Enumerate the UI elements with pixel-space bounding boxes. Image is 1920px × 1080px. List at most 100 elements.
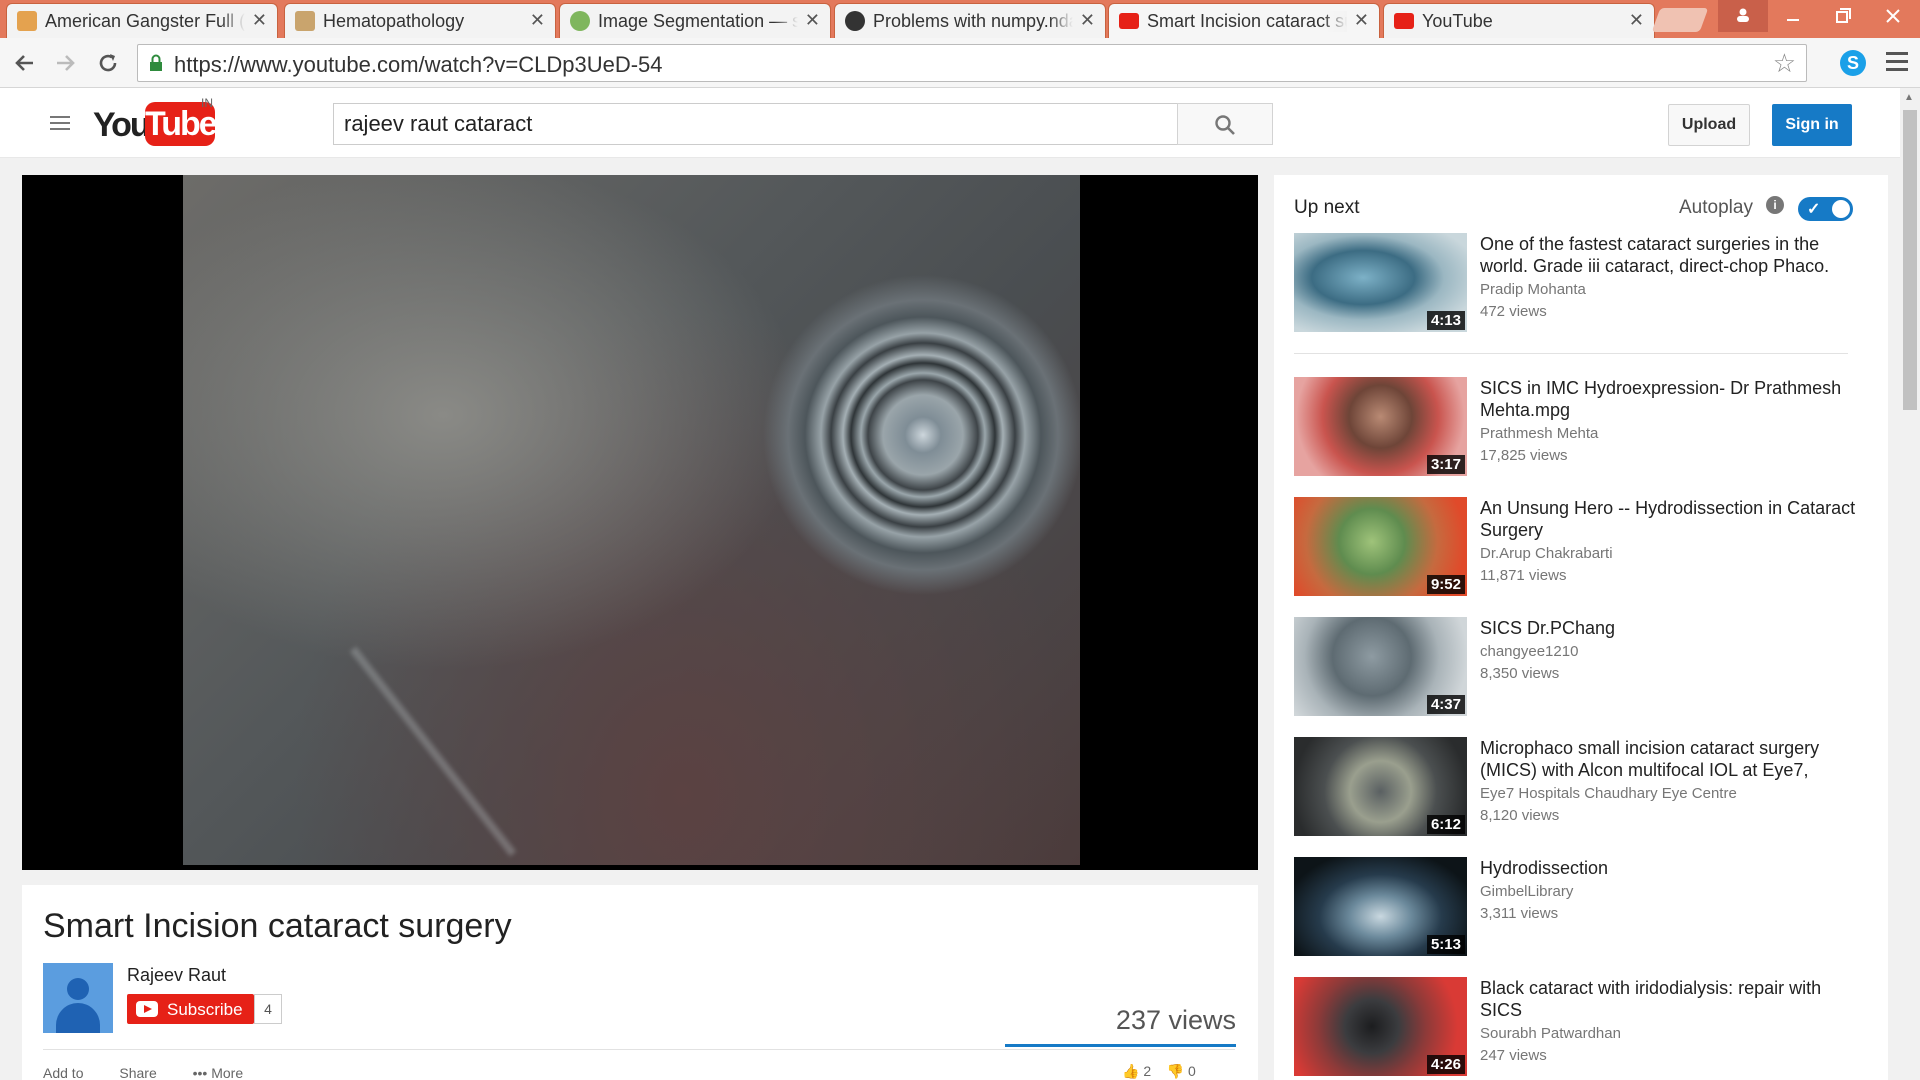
recommended-title[interactable]: Microphaco small incision cataract surge… bbox=[1480, 737, 1865, 781]
add-to-button[interactable]: Add to bbox=[43, 1065, 83, 1080]
share-button[interactable]: Share bbox=[119, 1065, 156, 1080]
browser-tab-4[interactable]: Problems with numpy.nda ✕ bbox=[834, 3, 1106, 38]
duration-badge: 3:17 bbox=[1426, 455, 1465, 474]
recommended-channel: changyee1210 bbox=[1480, 643, 1579, 660]
check-icon: ✓ bbox=[1807, 201, 1821, 218]
tab-title: Hematopathology bbox=[323, 11, 523, 32]
video-player[interactable] bbox=[22, 175, 1258, 870]
video-frame[interactable] bbox=[183, 175, 1080, 865]
channel-name-link[interactable]: Rajeev Raut bbox=[127, 965, 226, 986]
more-button[interactable]: ••• More bbox=[193, 1065, 244, 1080]
tab-close-icon[interactable]: ✕ bbox=[1629, 10, 1644, 31]
search-button[interactable] bbox=[1177, 103, 1273, 145]
search-input[interactable] bbox=[334, 104, 1177, 144]
user-profile-icon[interactable] bbox=[1718, 0, 1768, 32]
recommended-title[interactable]: SICS Dr.PChang bbox=[1480, 617, 1865, 639]
tab-title: Image Segmentation — s bbox=[598, 11, 798, 32]
tab-close-icon[interactable]: ✕ bbox=[805, 10, 820, 31]
new-tab-button[interactable] bbox=[1651, 8, 1709, 32]
tab-title: Smart Incision cataract su bbox=[1147, 11, 1347, 32]
video-thumbnail[interactable]: 3:17 bbox=[1294, 377, 1467, 476]
skype-extension-icon[interactable]: S bbox=[1840, 50, 1866, 76]
subscribe-label: Subscribe bbox=[167, 1000, 243, 1019]
tab-title: Problems with numpy.nda bbox=[873, 11, 1073, 32]
browser-tab-3[interactable]: Image Segmentation — s ✕ bbox=[559, 3, 831, 38]
info-icon[interactable]: i bbox=[1766, 196, 1784, 214]
restore-icon[interactable] bbox=[1818, 0, 1868, 32]
duration-badge: 4:26 bbox=[1426, 1055, 1465, 1074]
scroll-up-icon[interactable]: ▲ bbox=[1904, 92, 1914, 103]
like-ratio-bar bbox=[1005, 1044, 1236, 1047]
back-icon[interactable] bbox=[10, 48, 40, 78]
logo-you: You bbox=[93, 106, 151, 144]
recommended-views: 247 views bbox=[1480, 1047, 1547, 1064]
divider bbox=[1294, 353, 1848, 354]
duration-badge: 5:13 bbox=[1426, 935, 1465, 954]
github-favicon-icon bbox=[845, 11, 865, 31]
youtube-favicon-icon bbox=[1119, 13, 1139, 29]
tab-close-icon[interactable]: ✕ bbox=[530, 10, 545, 31]
sign-in-button[interactable]: Sign in bbox=[1772, 104, 1852, 146]
recommended-title[interactable]: One of the fastest cataract surgeries in… bbox=[1480, 233, 1865, 277]
youtube-masthead: You Tube IN Upload Sign in bbox=[0, 88, 1900, 158]
youtube-favicon-icon bbox=[1394, 13, 1414, 29]
thumbs-up-icon[interactable]: 👍 bbox=[1122, 1063, 1139, 1079]
close-window-icon[interactable] bbox=[1868, 0, 1918, 32]
page-scrollbar[interactable]: ▲ bbox=[1900, 88, 1920, 1080]
subscribe-button[interactable]: Subscribe bbox=[127, 994, 254, 1024]
browser-tab-1[interactable]: American Gangster Full (2 ✕ bbox=[6, 3, 278, 38]
tab-close-icon[interactable]: ✕ bbox=[252, 10, 267, 31]
recommended-video[interactable]: 9:52 An Unsung Hero -- Hydrodissection i… bbox=[1294, 497, 1864, 597]
tab-title: YouTube bbox=[1422, 11, 1622, 32]
recommended-channel: Sourabh Patwardhan bbox=[1480, 1025, 1621, 1042]
forward-icon[interactable] bbox=[50, 48, 80, 78]
guide-menu-icon[interactable] bbox=[50, 116, 70, 132]
autoplay-label: Autoplay bbox=[1679, 197, 1753, 218]
browser-tab-5-active[interactable]: Smart Incision cataract su ✕ bbox=[1108, 3, 1380, 38]
recommended-channel: Pradip Mohanta bbox=[1480, 281, 1586, 298]
video-info-panel: Smart Incision cataract surgery Rajeev R… bbox=[22, 885, 1258, 1080]
dislike-count: 0 bbox=[1188, 1063, 1196, 1079]
recommended-video[interactable]: 6:12 Microphaco small incision cataract … bbox=[1294, 737, 1864, 837]
video-thumbnail[interactable]: 4:13 bbox=[1294, 233, 1467, 332]
browser-tab-2[interactable]: Hematopathology ✕ bbox=[284, 3, 556, 38]
minimize-icon[interactable] bbox=[1768, 0, 1818, 32]
address-bar[interactable]: https://www.youtube.com/watch?v=CLDp3UeD… bbox=[137, 44, 1807, 82]
chrome-menu-icon[interactable] bbox=[1886, 52, 1908, 72]
youtube-play-icon bbox=[136, 1001, 158, 1017]
video-thumbnail[interactable]: 4:26 bbox=[1294, 977, 1467, 1076]
upload-button[interactable]: Upload bbox=[1668, 104, 1750, 146]
tab-title: American Gangster Full (2 bbox=[45, 11, 245, 32]
channel-avatar[interactable] bbox=[43, 963, 113, 1033]
recommended-title[interactable]: Hydrodissection bbox=[1480, 857, 1865, 879]
recommended-title[interactable]: Black cataract with iridodialysis: repai… bbox=[1480, 977, 1865, 1021]
reload-icon[interactable] bbox=[93, 48, 123, 78]
recommended-video[interactable]: 3:17 SICS in IMC Hydroexpression- Dr Pra… bbox=[1294, 377, 1864, 477]
recommended-video[interactable]: 4:13 One of the fastest cataract surgeri… bbox=[1294, 233, 1864, 333]
recommended-video[interactable]: 5:13 Hydrodissection GimbelLibrary 3,311… bbox=[1294, 857, 1864, 957]
recommended-video[interactable]: 4:37 SICS Dr.PChang changyee1210 8,350 v… bbox=[1294, 617, 1864, 717]
video-thumbnail[interactable]: 4:37 bbox=[1294, 617, 1467, 716]
secure-lock-icon bbox=[150, 54, 162, 71]
browser-toolbar: https://www.youtube.com/watch?v=CLDp3UeD… bbox=[0, 38, 1920, 88]
action-bar: Add to Share ••• More bbox=[43, 1065, 275, 1080]
thumbs-down-icon[interactable]: 👎 bbox=[1167, 1063, 1184, 1079]
video-thumbnail[interactable]: 9:52 bbox=[1294, 497, 1467, 596]
recommended-title[interactable]: An Unsung Hero -- Hydrodissection in Cat… bbox=[1480, 497, 1865, 541]
duration-badge: 4:37 bbox=[1426, 695, 1465, 714]
tab-close-icon[interactable]: ✕ bbox=[1080, 10, 1095, 31]
scrollbar-thumb[interactable] bbox=[1903, 110, 1917, 410]
search-box bbox=[333, 103, 1178, 145]
like-count: 2 bbox=[1143, 1063, 1152, 1079]
recommended-video[interactable]: 4:26 Black cataract with iridodialysis: … bbox=[1294, 977, 1864, 1077]
video-thumbnail[interactable]: 6:12 bbox=[1294, 737, 1467, 836]
bookmark-star-icon[interactable]: ☆ bbox=[1773, 48, 1796, 79]
video-thumbnail[interactable]: 5:13 bbox=[1294, 857, 1467, 956]
recommended-channel: Prathmesh Mehta bbox=[1480, 425, 1599, 442]
recommended-title[interactable]: SICS in IMC Hydroexpression- Dr Prathmes… bbox=[1480, 377, 1865, 421]
tab-close-icon[interactable]: ✕ bbox=[1354, 10, 1369, 31]
autoplay-toggle[interactable]: ✓ bbox=[1798, 197, 1853, 221]
browser-tab-6[interactable]: YouTube ✕ bbox=[1383, 3, 1655, 38]
recommended-channel: GimbelLibrary bbox=[1480, 883, 1574, 900]
browser-tabstrip: American Gangster Full (2 ✕ Hematopathol… bbox=[0, 0, 1920, 38]
